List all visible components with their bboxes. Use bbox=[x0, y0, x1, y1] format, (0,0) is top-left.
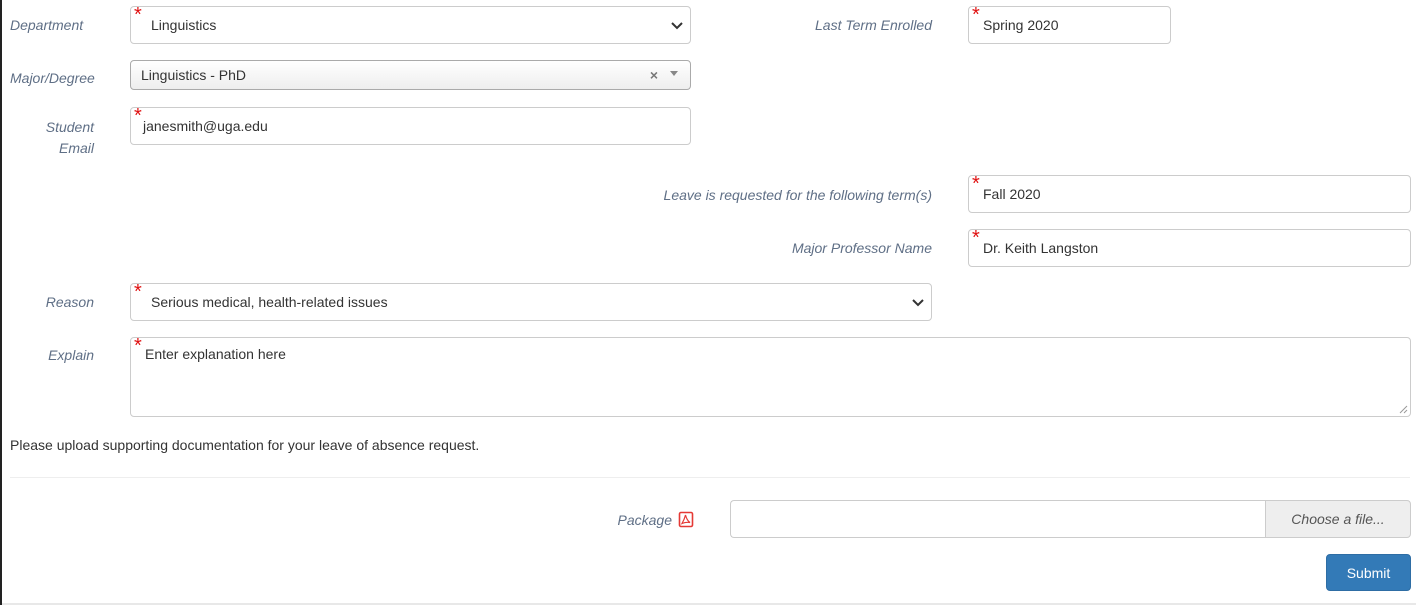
required-marker: * bbox=[972, 4, 980, 26]
submit-button[interactable]: Submit bbox=[1326, 554, 1411, 591]
leave-term-value: Fall 2020 bbox=[983, 186, 1041, 202]
reason-value: Serious medical, health-related issues bbox=[151, 294, 388, 310]
section-divider bbox=[10, 477, 1410, 478]
student-email-label-line2: Email bbox=[58, 140, 94, 156]
student-email-label: Student Email bbox=[10, 117, 94, 159]
clear-icon[interactable]: × bbox=[650, 67, 658, 83]
package-label: Package bbox=[618, 511, 694, 528]
department-label: Department bbox=[10, 17, 84, 33]
required-marker: * bbox=[134, 335, 142, 357]
upload-instructions: Please upload supporting documentation f… bbox=[10, 437, 480, 453]
major-professor-value: Dr. Keith Langston bbox=[983, 240, 1099, 256]
major-label: Major/Degree bbox=[10, 70, 95, 86]
student-email-label-line1: Student bbox=[45, 119, 94, 135]
pdf-file-icon bbox=[678, 511, 694, 528]
choose-file-button[interactable]: Choose a file... bbox=[1265, 500, 1411, 538]
department-select[interactable]: * Linguistics bbox=[130, 4, 691, 44]
required-marker: * bbox=[972, 227, 980, 249]
file-upload-group: Choose a file... bbox=[730, 500, 1411, 538]
leave-term-label: Leave is requested for the following ter… bbox=[663, 187, 932, 203]
required-marker: * bbox=[134, 4, 142, 26]
leave-term-input[interactable]: * Fall 2020 bbox=[968, 173, 1411, 213]
major-professor-input[interactable]: * Dr. Keith Langston bbox=[968, 227, 1411, 267]
last-term-value: Spring 2020 bbox=[983, 17, 1059, 33]
required-marker: * bbox=[134, 281, 142, 303]
major-value: Linguistics - PhD bbox=[141, 67, 247, 83]
student-email-value: janesmith@uga.edu bbox=[143, 118, 268, 134]
explain-placeholder: Enter explanation here bbox=[145, 346, 286, 362]
reason-select[interactable]: * Serious medical, health-related issues bbox=[130, 281, 932, 321]
file-name-display[interactable] bbox=[730, 500, 1265, 538]
student-email-input[interactable]: * janesmith@uga.edu bbox=[130, 105, 691, 145]
reason-label: Reason bbox=[45, 294, 94, 310]
leave-request-form: Department * Linguistics Last Term Enrol… bbox=[0, 0, 1416, 605]
department-value: Linguistics bbox=[151, 17, 217, 33]
last-term-input[interactable]: * Spring 2020 bbox=[968, 4, 1171, 44]
required-marker: * bbox=[134, 105, 142, 127]
major-professor-label: Major Professor Name bbox=[791, 240, 932, 256]
chevron-down-icon bbox=[912, 299, 924, 307]
chevron-down-icon bbox=[671, 22, 683, 30]
explain-textarea[interactable]: * Enter explanation here bbox=[130, 335, 1411, 417]
resize-handle-icon[interactable] bbox=[1398, 404, 1408, 414]
major-select[interactable]: Linguistics - PhD × bbox=[130, 60, 691, 90]
last-term-label: Last Term Enrolled bbox=[815, 17, 932, 33]
dropdown-arrow-icon bbox=[670, 71, 678, 76]
package-label-text: Package bbox=[617, 511, 672, 528]
explain-label: Explain bbox=[48, 347, 94, 363]
required-marker: * bbox=[972, 173, 980, 195]
